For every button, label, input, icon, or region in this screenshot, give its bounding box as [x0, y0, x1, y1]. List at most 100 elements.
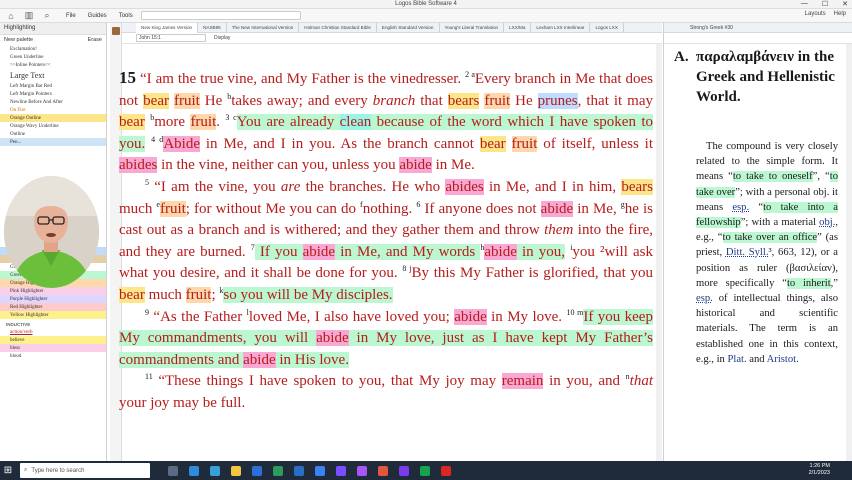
abbreviation-link[interactable]: obj.	[819, 217, 835, 228]
book-icon[interactable]	[112, 27, 120, 35]
inductive-item[interactable]: blood	[0, 352, 106, 360]
task-view-icon[interactable]	[168, 465, 178, 476]
section-inductive: INDUCTIVE	[6, 322, 31, 327]
store-icon[interactable]	[189, 465, 199, 476]
window-controls: — ☐ ✕	[801, 0, 848, 8]
inductive-item[interactable]: believe	[0, 336, 106, 344]
maximize-button[interactable]: ☐	[822, 0, 828, 8]
style-item[interactable]: On Fire	[0, 106, 106, 114]
minimize-button[interactable]: —	[801, 0, 808, 8]
style-item[interactable]: Large Text	[0, 69, 106, 82]
highlighted-text: You are already	[236, 114, 340, 131]
entry-text: “	[749, 201, 764, 213]
verse-text: that	[415, 92, 448, 109]
record-icon[interactable]	[441, 465, 451, 476]
verse-text: more	[154, 114, 191, 131]
verse-marker[interactable]: 8 j	[402, 264, 411, 273]
style-item[interactable]: Exclamation!	[0, 45, 106, 53]
display-menu[interactable]: Display	[214, 35, 230, 41]
edge-icon[interactable]	[210, 465, 220, 476]
logos-icon[interactable]	[315, 465, 325, 476]
entry-heading: A. παραλαμβάνειν in the Greek and Hellen…	[674, 47, 846, 107]
reference-input[interactable]: John 15:1	[136, 34, 206, 42]
file-menu[interactable]: File	[66, 13, 76, 19]
verse-marker[interactable]: 2 a	[465, 70, 475, 79]
highlighted-text: so you will be My disciples.	[223, 286, 393, 303]
style-item[interactable]: Green Underline	[0, 53, 106, 61]
version-tab[interactable]: Logos LXX	[590, 22, 624, 33]
entry-text: ”; with a material	[740, 217, 820, 229]
style-item[interactable]: Left Margin Pointers	[0, 90, 106, 98]
system-clock[interactable]: 1:26 PM 2/1/2023	[809, 463, 830, 477]
tools-menu[interactable]: Tools	[119, 13, 133, 19]
bible-scrollbar[interactable]	[656, 44, 662, 461]
app-icon[interactable]	[357, 465, 367, 476]
app-toolbar: ⌂ ▥ ⌕ File Guides Tools Layouts Help	[0, 9, 852, 23]
version-tab[interactable]: Holman Christian Standard Bible	[299, 22, 377, 33]
mail-icon[interactable]	[252, 465, 262, 476]
entry-text: and	[746, 353, 767, 365]
verse-marker[interactable]: 11	[145, 372, 153, 381]
style-item[interactable]: Orange Outline	[0, 114, 106, 122]
layouts-menu[interactable]: Layouts	[805, 11, 826, 17]
library-icon[interactable]: ▥	[22, 10, 36, 22]
search-icon[interactable]: ⌕	[40, 10, 54, 22]
inductive-item[interactable]: bless	[0, 344, 106, 352]
version-tab[interactable]: New King James Version	[136, 22, 199, 33]
version-tab[interactable]: Young's Literal Translation	[440, 22, 505, 33]
style-item[interactable]: Left Margin Bar Red	[0, 82, 106, 90]
abbreviation-link[interactable]: esp.	[696, 293, 713, 304]
reference-link[interactable]: Plat.	[727, 354, 746, 365]
version-tab[interactable]: English Standard Version	[377, 22, 440, 33]
version-tab[interactable]: The New International Version	[227, 22, 300, 33]
windows-start-icon[interactable]: ⊞	[0, 461, 16, 480]
webcam-overlay	[4, 176, 99, 288]
app-icon[interactable]	[399, 465, 409, 476]
style-item[interactable]: Outline	[0, 130, 106, 138]
close-button[interactable]: ✕	[842, 0, 848, 8]
teams-icon[interactable]	[336, 465, 346, 476]
style-item[interactable]: Newline Before And After	[0, 98, 106, 106]
clock-time: 1:26 PM	[809, 463, 830, 469]
palette-toolbar: New palette Erase	[0, 35, 106, 45]
verse-text: in you, and	[543, 373, 626, 390]
bible-paragraph: 5 “I am the vine, you are the branches. …	[119, 177, 653, 307]
guides-menu[interactable]: Guides	[88, 13, 107, 19]
highlighter-item[interactable]: Pink Highlighter	[0, 287, 106, 295]
verse-marker[interactable]: 3 c	[225, 113, 236, 122]
inductive-item[interactable]: action/verb	[0, 328, 106, 336]
lexicon-tab[interactable]: Strong's Greek #30	[664, 23, 852, 33]
explorer-icon[interactable]	[231, 465, 241, 476]
style-item-selected[interactable]: Pen...	[0, 138, 106, 146]
home-icon[interactable]: ⌂	[4, 10, 18, 22]
verse-text: in Me.	[431, 157, 475, 174]
abbreviation-link[interactable]: esp.	[732, 202, 749, 213]
verse-text: “As the Father	[149, 308, 247, 325]
app-icon[interactable]	[420, 465, 430, 476]
verse-marker[interactable]: 10 m	[566, 308, 583, 317]
help-menu[interactable]: Help	[834, 11, 846, 17]
highlighter-item[interactable]: Yellow Highlighter	[0, 311, 106, 319]
highlighted-text: fruit	[484, 92, 511, 109]
version-tabs: New King James Version NASB95 The New Inte…	[110, 22, 662, 33]
highlighting-panel-header[interactable]: Highlighting	[0, 23, 106, 35]
version-tab[interactable]: Lexham LXX Interlinear	[531, 22, 591, 33]
style-item[interactable]: >>Inline Pointers<<	[0, 61, 106, 69]
word-icon[interactable]	[294, 465, 304, 476]
abbreviation-link[interactable]: Ditt. Syll.	[726, 247, 769, 258]
command-box[interactable]	[140, 11, 301, 20]
highlighter-item[interactable]: Red Highlighter	[0, 303, 106, 311]
lexicon-scrollbar[interactable]	[846, 44, 852, 461]
highlighter-item[interactable]: Purple Highlighter	[0, 295, 106, 303]
new-palette-button[interactable]: New palette	[4, 37, 33, 43]
verse-marker[interactable]: 4 d	[151, 135, 163, 144]
chrome-icon[interactable]	[378, 465, 388, 476]
reference-link[interactable]: Aristot.	[767, 354, 799, 365]
bible-paragraph: 11 “These things I have spoken to you, t…	[119, 371, 653, 414]
erase-button[interactable]: Erase	[88, 37, 102, 43]
taskbar-search[interactable]: ⌕ Type here to search	[20, 463, 150, 478]
excel-icon[interactable]	[273, 465, 283, 476]
style-item[interactable]: Orange Wavy Underline	[0, 122, 106, 130]
version-tab[interactable]: LXX/Ma	[504, 22, 532, 33]
version-tab[interactable]: NASB95	[198, 22, 227, 33]
